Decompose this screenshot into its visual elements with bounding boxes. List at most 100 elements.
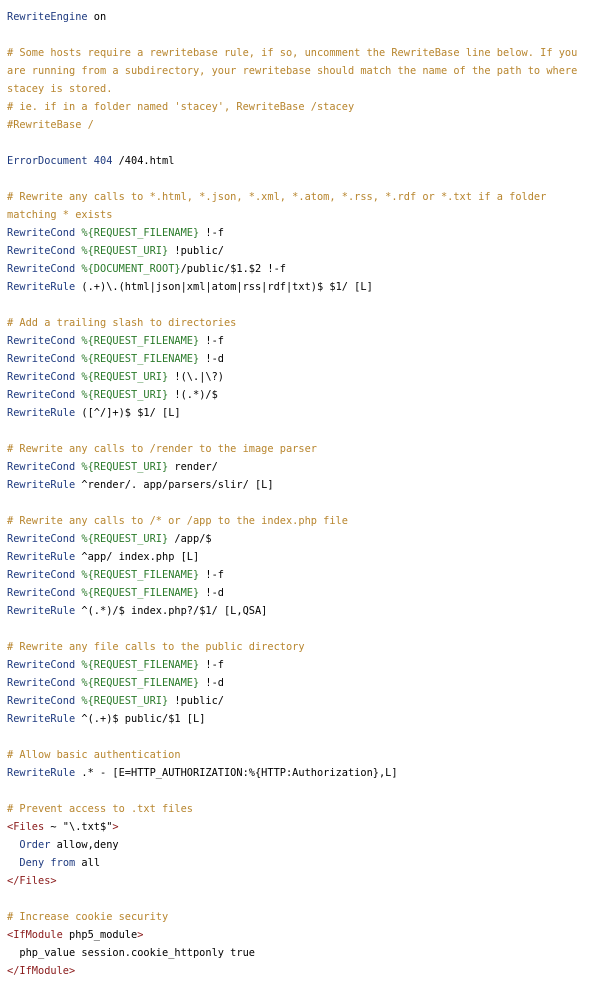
comment: # Allow basic authentication — [7, 749, 181, 761]
directive: RewriteCond — [7, 677, 76, 689]
comment: # ie. if in a folder named 'stacey', Rew… — [7, 101, 355, 113]
code-text: /404.html — [112, 155, 175, 167]
code-text: !-f — [199, 335, 225, 347]
server-variable: %{REQUEST_URI} — [81, 695, 169, 707]
code-line: RewriteRule ([^/]+)$ $1/ [L] — [7, 404, 593, 422]
code-line: # Rewrite any calls to *.html, *.json, *… — [7, 188, 593, 224]
code-line: RewriteRule .* - [E=HTTP_AUTHORIZATION:%… — [7, 764, 593, 782]
directive: RewriteRule — [7, 713, 76, 725]
code-text: allow,deny — [50, 839, 119, 851]
blank-line: ​ — [7, 494, 593, 512]
code-line: <Files ~ "\.txt$"> — [7, 818, 593, 836]
code-text: !-f — [199, 227, 225, 239]
directive: Deny — [19, 857, 45, 869]
code-text: on — [87, 11, 107, 23]
code-line: RewriteRule ^(.+)$ public/$1 [L] — [7, 710, 593, 728]
server-variable: %{REQUEST_URI} — [81, 461, 169, 473]
code-text: render/ — [168, 461, 218, 473]
directive: RewriteRule — [7, 281, 76, 293]
code-line: RewriteCond %{REQUEST_URI} !(\.|\?) — [7, 368, 593, 386]
code-line: RewriteCond %{REQUEST_URI} !(.*)/$ — [7, 386, 593, 404]
server-variable: %{REQUEST_FILENAME} — [81, 587, 200, 599]
code-text: !-f — [199, 569, 225, 581]
blank-line: ​ — [7, 422, 593, 440]
comment: # Increase cookie security — [7, 911, 169, 923]
server-variable: %{DOCUMENT_ROOT} — [81, 263, 181, 275]
directive: RewriteCond — [7, 335, 76, 347]
directive: RewriteCond — [7, 659, 76, 671]
server-variable: %{REQUEST_FILENAME} — [81, 353, 200, 365]
code-line: RewriteRule ^(.*)/$ index.php?/$1/ [L,QS… — [7, 602, 593, 620]
server-variable: %{REQUEST_URI} — [81, 533, 169, 545]
server-variable: %{REQUEST_FILENAME} — [81, 659, 200, 671]
directive: RewriteCond — [7, 263, 76, 275]
directive: RewriteCond — [7, 533, 76, 545]
code-text: ~ "\.txt$" — [44, 821, 113, 833]
comment: # Rewrite any file calls to the public d… — [7, 641, 305, 653]
code-text: php_value session.cookie_httponly true — [19, 947, 255, 959]
comment: # Some hosts require a rewritebase rule,… — [7, 47, 584, 95]
code-line: RewriteCond %{REQUEST_FILENAME} !-f — [7, 332, 593, 350]
code-text: !public/ — [168, 245, 224, 257]
code-text: /public/$1.$2 !-f — [180, 263, 286, 275]
directive: from — [50, 857, 76, 869]
directive: RewriteCond — [7, 587, 76, 599]
comment: #RewriteBase / — [7, 119, 94, 131]
code-text: ^app/ index.php [L] — [75, 551, 200, 563]
code-line: RewriteCond %{REQUEST_FILENAME} !-f — [7, 656, 593, 674]
code-text: ([^/]+)$ $1/ [L] — [75, 407, 181, 419]
blank-line: ​ — [7, 170, 593, 188]
directive: RewriteCond — [7, 389, 76, 401]
code-text: !-f — [199, 659, 225, 671]
code-line: RewriteCond %{REQUEST_URI} render/ — [7, 458, 593, 476]
server-variable: %{REQUEST_URI} — [81, 245, 169, 257]
code-line: RewriteCond %{REQUEST_FILENAME} !-d — [7, 584, 593, 602]
section-tag: > — [137, 929, 144, 941]
code-line: RewriteCond %{REQUEST_URI} !public/ — [7, 692, 593, 710]
comment: # Prevent access to .txt files — [7, 803, 193, 815]
section-tag: <Files — [7, 821, 45, 833]
code-line: RewriteCond %{REQUEST_FILENAME} !-d — [7, 350, 593, 368]
code-line: # Add a trailing slash to directories — [7, 314, 593, 332]
code-text: !-d — [199, 353, 225, 365]
blank-line: ​ — [7, 782, 593, 800]
code-line: <IfModule php5_module> — [7, 926, 593, 944]
code-line: #RewriteBase / — [7, 116, 593, 134]
code-text: !(.*)/$ — [168, 389, 218, 401]
section-tag: </Files> — [7, 875, 57, 887]
code-line: Order allow,deny — [7, 836, 593, 854]
code-line: php_value session.cookie_httponly true — [7, 944, 593, 962]
directive: RewriteRule — [7, 479, 76, 491]
blank-line: ​ — [7, 728, 593, 746]
code-text: ^(.+)$ public/$1 [L] — [75, 713, 206, 725]
server-variable: %{REQUEST_FILENAME} — [81, 677, 200, 689]
code-line: # Rewrite any file calls to the public d… — [7, 638, 593, 656]
code-text: !public/ — [168, 695, 224, 707]
blank-line: ​ — [7, 296, 593, 314]
directive: RewriteRule — [7, 551, 76, 563]
directive: RewriteRule — [7, 767, 76, 779]
code-line: RewriteEngine on — [7, 8, 593, 26]
directive: Order — [19, 839, 51, 851]
code-text: (.+)\.(html|json|xml|atom|rss|rdf|txt)$ … — [75, 281, 373, 293]
code-line: </IfModule> — [7, 962, 593, 980]
code-line: # Allow basic authentication — [7, 746, 593, 764]
code-text: all — [75, 857, 101, 869]
code-text: ^(.*)/$ index.php?/$1/ [L,QSA] — [75, 605, 268, 617]
comment: # Rewrite any calls to /render to the im… — [7, 443, 317, 455]
server-variable: %{REQUEST_FILENAME} — [81, 569, 200, 581]
code-text: !-d — [199, 587, 225, 599]
directive: RewriteEngine — [7, 11, 88, 23]
blank-line: ​ — [7, 134, 593, 152]
directive: RewriteRule — [7, 605, 76, 617]
code-line: ErrorDocument 404 /404.html — [7, 152, 593, 170]
code-text: !(\.|\?) — [168, 371, 224, 383]
code-text: ^render/. app/parsers/slir/ [L] — [75, 479, 274, 491]
code-line: </Files> — [7, 872, 593, 890]
server-variable: %{REQUEST_URI} — [81, 371, 169, 383]
code-text: /app/$ — [168, 533, 212, 545]
section-tag: > — [112, 821, 119, 833]
directive: RewriteCond — [7, 569, 76, 581]
